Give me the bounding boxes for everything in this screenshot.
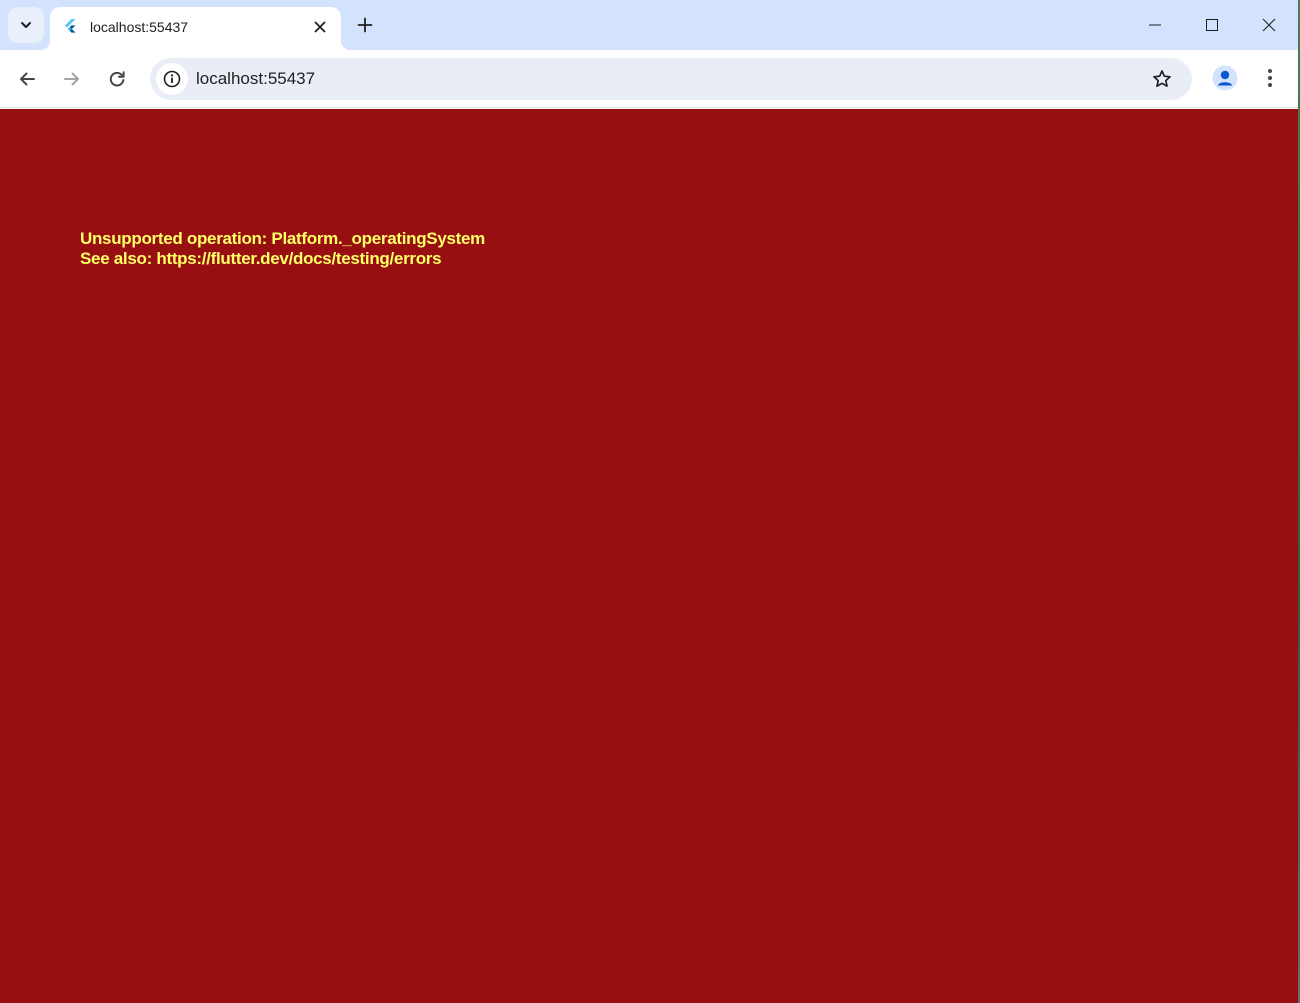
star-icon [1153, 70, 1171, 88]
reload-button[interactable] [100, 62, 134, 96]
error-message-line: Unsupported operation: Platform._operati… [80, 229, 485, 248]
back-button[interactable] [10, 62, 44, 96]
tab-close-button[interactable] [308, 15, 332, 39]
error-message: Unsupported operation: Platform._operati… [80, 229, 780, 269]
arrow-right-icon [64, 72, 79, 86]
flutter-logo-icon [65, 19, 76, 33]
tab-search-button[interactable] [8, 7, 44, 43]
tab-strip: localhost:55437 [0, 0, 1298, 50]
site-info-button[interactable] [156, 63, 188, 95]
browser-toolbar: localhost:55437 [0, 50, 1298, 108]
browser-menu-button[interactable] [1256, 63, 1284, 93]
error-help-line: See also: https://flutter.dev/docs/testi… [80, 249, 442, 268]
reload-icon [109, 71, 125, 87]
address-bar[interactable]: localhost:55437 [150, 58, 1192, 100]
close-icon [1262, 18, 1275, 32]
tab-title: localhost:55437 [90, 19, 189, 35]
bookmark-button[interactable] [1146, 63, 1178, 95]
new-tab-button[interactable] [351, 11, 379, 39]
vertical-dots-icon [1268, 69, 1272, 87]
url-text[interactable]: localhost:55437 [196, 69, 315, 89]
info-icon [163, 70, 181, 88]
browser-window: localhost:55437 localhost:55437 Unsuppor… [0, 0, 1298, 1003]
page-content: Unsupported operation: Platform._operati… [0, 109, 1298, 1003]
maximize-button[interactable] [1183, 0, 1240, 50]
person-icon [1212, 65, 1238, 91]
minimize-button[interactable] [1126, 0, 1183, 50]
minimize-icon [1148, 24, 1161, 26]
maximize-icon [1205, 19, 1218, 31]
forward-button[interactable] [55, 62, 89, 96]
chevron-down-icon [21, 22, 31, 28]
close-window-button[interactable] [1240, 0, 1297, 50]
tab-active[interactable]: localhost:55437 [40, 7, 351, 50]
arrow-left-icon [20, 72, 35, 86]
profile-button[interactable] [1210, 63, 1240, 93]
plus-icon [357, 17, 373, 33]
close-icon [314, 21, 326, 33]
